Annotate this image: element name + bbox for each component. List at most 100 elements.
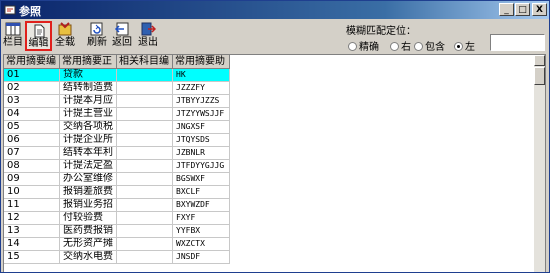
cell-code[interactable]: 12 [4,212,60,225]
radio-contains[interactable]: 包含 [414,38,445,53]
cell-subject[interactable] [117,212,173,225]
cell-mnemonic[interactable]: JZZZFY [173,82,230,95]
cell-subject[interactable] [117,199,173,212]
cell-text[interactable]: 计提本月应 [60,95,117,108]
table-row[interactable]: 06 计提企业所 JTQYSDS [4,134,534,147]
cell-text[interactable]: 贷款 [60,69,117,82]
table-row[interactable]: 01 贷款 HK [4,69,534,82]
cell-code[interactable]: 06 [4,134,60,147]
cell-code[interactable]: 13 [4,225,60,238]
cell-code[interactable]: 10 [4,186,60,199]
cell-code[interactable]: 02 [4,82,60,95]
cell-subject[interactable] [117,82,173,95]
cell-code[interactable]: 03 [4,95,60,108]
load-all-button[interactable]: 全载 [54,21,76,51]
table-row[interactable]: 12 付较验费 FXYF [4,212,534,225]
cell-text[interactable]: 结转本年利 [60,147,117,160]
refresh-button[interactable]: 刷新 [86,21,108,51]
cell-subject[interactable] [117,238,173,251]
cell-mnemonic[interactable]: BXCLF [173,186,230,199]
radio-left[interactable]: 左 [454,38,475,53]
cell-subject[interactable] [117,173,173,186]
table-row[interactable]: 11 报销业务招 BXYWZDF [4,199,534,212]
cell-mnemonic[interactable]: BGSWXF [173,173,230,186]
cell-mnemonic[interactable]: FXYF [173,212,230,225]
cell-text[interactable]: 报销业务招 [60,199,117,212]
table-row[interactable]: 13 医药费报销 YYFBX [4,225,534,238]
cell-code[interactable]: 15 [4,251,60,264]
table-row[interactable]: 10 报销差旅费 BXCLF [4,186,534,199]
scroll-thumb[interactable] [534,67,545,85]
radio-exact[interactable]: 精确 [348,38,379,53]
columns-button[interactable]: 栏目 [2,21,24,51]
cell-code[interactable]: 14 [4,238,60,251]
cell-text[interactable]: 计提法定盈 [60,160,117,173]
table-row[interactable]: 09 办公室维修 BGSWXF [4,173,534,186]
cell-mnemonic[interactable]: JNGXSF [173,121,230,134]
column-header-code[interactable]: 常用摘要编 [4,55,60,69]
edit-button[interactable]: 编辑 [25,21,52,51]
close-button[interactable]: X [532,3,547,16]
cell-text[interactable]: 交纳各项税 [60,121,117,134]
cell-mnemonic[interactable]: JTBYYJZZS [173,95,230,108]
cell-mnemonic[interactable]: JTFDYYGJJG [173,160,230,173]
cell-mnemonic[interactable]: YYFBX [173,225,230,238]
cell-text[interactable]: 交纳水电费 [60,251,117,264]
table-row[interactable]: 08 计提法定盈 JTFDYYGJJG [4,160,534,173]
cell-subject[interactable] [117,108,173,121]
cell-text[interactable]: 计提主营业 [60,108,117,121]
radio-right[interactable]: 右 [390,38,411,53]
cell-code[interactable]: 07 [4,147,60,160]
radio-left-button[interactable] [454,42,463,51]
exit-button[interactable]: 退出 [136,21,160,51]
maximize-button[interactable]: □ [515,3,530,16]
table-row[interactable]: 05 交纳各项税 JNGXSF [4,121,534,134]
cell-subject[interactable] [117,160,173,173]
cell-mnemonic[interactable]: HK [173,69,230,82]
cell-subject[interactable] [117,95,173,108]
table-row[interactable]: 04 计提主营业 JTZYYWSJJF [4,108,534,121]
cell-subject[interactable] [117,121,173,134]
cell-subject[interactable] [117,186,173,199]
cell-text[interactable]: 计提企业所 [60,134,117,147]
cell-mnemonic[interactable]: JTQYSDS [173,134,230,147]
table-row[interactable]: 03 计提本月应 JTBYYJZZS [4,95,534,108]
column-header-text[interactable]: 常用摘要正 [60,55,117,69]
minimize-button[interactable]: _ [499,3,514,16]
table-row[interactable]: 14 无形资产摊 WXZCTX [4,238,534,251]
table-row[interactable]: 02 结转制造费 JZZZFY [4,82,534,95]
table-row[interactable]: 15 交纳水电费 JNSDF [4,251,534,264]
radio-right-button[interactable] [390,42,399,51]
radio-exact-button[interactable] [348,42,357,51]
cell-subject[interactable] [117,134,173,147]
cell-subject[interactable] [117,251,173,264]
return-button[interactable]: 返回 [110,21,134,51]
cell-code[interactable]: 11 [4,199,60,212]
cell-subject[interactable] [117,225,173,238]
cell-subject[interactable] [117,69,173,82]
cell-mnemonic[interactable]: WXZCTX [173,238,230,251]
cell-text[interactable]: 报销差旅费 [60,186,117,199]
cell-text[interactable]: 办公室维修 [60,173,117,186]
cell-code[interactable]: 01 [4,69,60,82]
cell-code[interactable]: 05 [4,121,60,134]
cell-mnemonic[interactable]: JZBNLR [173,147,230,160]
cell-subject[interactable] [117,147,173,160]
cell-code[interactable]: 08 [4,160,60,173]
cell-text[interactable]: 结转制造费 [60,82,117,95]
cell-mnemonic[interactable]: JNSDF [173,251,230,264]
cell-mnemonic[interactable]: BXYWZDF [173,199,230,212]
radio-contains-button[interactable] [414,42,423,51]
vertical-scrollbar[interactable] [534,55,545,272]
column-header-mnemonic[interactable]: 常用摘要助 [173,55,230,69]
table-row[interactable]: 07 结转本年利 JZBNLR [4,147,534,160]
column-header-subject[interactable]: 相关科目编 [117,55,173,69]
cell-text[interactable]: 医药费报销 [60,225,117,238]
cell-text[interactable]: 付较验费 [60,212,117,225]
scroll-up-button[interactable] [534,55,545,66]
cell-code[interactable]: 09 [4,173,60,186]
cell-mnemonic[interactable]: JTZYYWSJJF [173,108,230,121]
title-bar[interactable]: 参照 _ □ X [1,1,549,19]
cell-code[interactable]: 04 [4,108,60,121]
search-input[interactable] [490,34,545,51]
